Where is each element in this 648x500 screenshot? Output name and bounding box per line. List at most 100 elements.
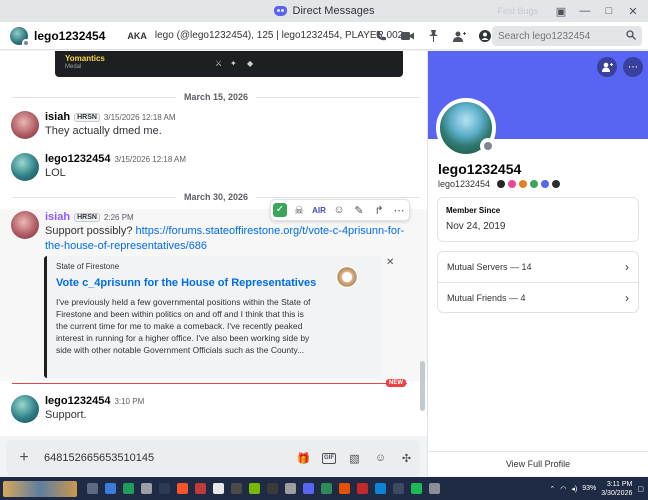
search-input[interactable]	[498, 30, 618, 42]
add-reaction-icon[interactable]: ☺	[331, 204, 347, 216]
wifi-icon[interactable]: ◠	[560, 485, 566, 493]
message-input[interactable]	[44, 452, 274, 464]
embed-title[interactable]: Vote c_4prisunn for the House of Represe…	[56, 277, 316, 289]
system-tray: ⌃ ◠ ◂) 93% 3:11 PM 3/30/2026 ▢	[549, 477, 644, 500]
quest-badge-icon[interactable]	[530, 180, 539, 188]
gif-button[interactable]: GIF	[322, 452, 336, 464]
message-item[interactable]: lego1232454 3:10 PM Support.	[0, 393, 427, 429]
voice-call-icon[interactable]	[374, 29, 388, 43]
remove-embed-icon[interactable]: ✕	[386, 257, 394, 268]
app-icon[interactable]	[393, 483, 404, 494]
avatar[interactable]	[11, 211, 39, 239]
header-username[interactable]: lego1232454	[34, 29, 105, 43]
sticker-icon[interactable]: ▧	[347, 452, 362, 465]
brave-icon[interactable]	[177, 483, 188, 494]
sparkle-badge-icon[interactable]	[541, 180, 550, 188]
message-text: Support.	[45, 409, 87, 421]
inbox-icon[interactable]: ▣	[554, 4, 568, 18]
notifications-icon[interactable]: ▢	[637, 485, 644, 493]
orb-badge-icon[interactable]	[552, 180, 561, 188]
chat-scrollbar[interactable]	[420, 361, 425, 411]
embed-thumbnail[interactable]	[336, 266, 358, 288]
maximize-button[interactable]: □	[602, 4, 616, 18]
battery-percent[interactable]: 93%	[582, 485, 596, 492]
new-messages-line	[12, 383, 407, 384]
profile-username[interactable]: lego1232454	[438, 179, 490, 189]
search-box[interactable]	[492, 26, 642, 46]
message-author[interactable]: isiah	[45, 111, 70, 123]
badge-icon[interactable]	[497, 180, 506, 188]
app-icon[interactable]	[285, 483, 296, 494]
check-reaction-icon[interactable]: ✓	[273, 203, 287, 217]
chevron-up-icon[interactable]: ⌃	[549, 485, 555, 493]
profile-more-icon[interactable]: ⋯	[623, 57, 643, 77]
avatar[interactable]	[11, 111, 39, 139]
more-options-icon[interactable]: ⋯	[391, 204, 407, 217]
discord-taskbar-icon[interactable]	[303, 483, 314, 494]
pinned-messages-icon[interactable]	[426, 29, 440, 43]
message-author[interactable]: lego1232454	[45, 153, 110, 165]
message-item[interactable]: isiah HRSN 3/15/2026 12:18 AM They actua…	[0, 109, 427, 145]
app-icon[interactable]	[429, 483, 440, 494]
apps-icon[interactable]: ✣	[399, 452, 414, 465]
link-embed: State of Firestone Vote c_4prisunn for t…	[44, 256, 382, 378]
message-author[interactable]: isiah	[45, 211, 70, 223]
app-icon[interactable]	[321, 483, 332, 494]
app-icon[interactable]	[213, 483, 224, 494]
video-call-icon[interactable]	[400, 29, 414, 43]
view-full-profile-button[interactable]: View Full Profile	[428, 451, 648, 476]
nvidia-icon[interactable]	[249, 483, 260, 494]
member-since-value: Nov 24, 2019	[446, 221, 506, 232]
app-icon[interactable]	[141, 483, 152, 494]
start-icon[interactable]	[105, 483, 116, 494]
profile-avatar[interactable]	[436, 98, 496, 158]
nitro-badge-icon[interactable]	[508, 180, 517, 188]
header-actions	[374, 22, 492, 50]
edge-icon[interactable]	[375, 483, 386, 494]
edit-icon[interactable]: ✎	[351, 204, 367, 217]
avatar[interactable]	[11, 395, 39, 423]
volume-icon[interactable]: ◂)	[571, 485, 577, 493]
app-icon[interactable]	[357, 483, 368, 494]
air-reaction-icon[interactable]: AIR	[311, 206, 327, 215]
mutual-servers-row[interactable]: Mutual Servers — 14 ›	[438, 252, 638, 282]
guild-tag-badge: HRSN	[74, 112, 100, 122]
app-icon[interactable]	[195, 483, 206, 494]
profile-display-name: lego1232454	[438, 161, 522, 177]
app-icon[interactable]	[339, 483, 350, 494]
tag-icon: ◆	[247, 59, 254, 68]
header-avatar[interactable]	[10, 26, 30, 47]
message-author[interactable]: lego1232454	[45, 395, 110, 407]
window-title: Direct Messages	[273, 5, 374, 17]
spotify-icon[interactable]	[411, 483, 422, 494]
message-item[interactable]: lego1232454 3/15/2026 12:18 AM LOL	[0, 151, 427, 187]
mutual-friends-row[interactable]: Mutual Friends — 4 ›	[438, 283, 638, 313]
date-divider-label: March 15, 2026	[183, 92, 249, 102]
emoji-icon[interactable]: ☺	[373, 452, 388, 464]
minimize-button[interactable]: —	[578, 4, 592, 18]
close-window-button[interactable]: ✕	[626, 4, 640, 18]
system-clock[interactable]: 3:11 PM 3/30/2026	[601, 480, 632, 498]
upload-plus-icon[interactable]: +	[14, 449, 34, 467]
gift-icon[interactable]: 🎁	[296, 452, 311, 465]
app-icon[interactable]	[159, 483, 170, 494]
medal-embed[interactable]: Yomantics Medal ⚔ ✦ ◆	[55, 51, 403, 77]
add-friends-to-dm-icon[interactable]	[452, 29, 466, 43]
app-icon[interactable]	[231, 483, 242, 494]
user-profile-icon[interactable]	[478, 29, 492, 43]
guild-tag-badge: HRSN	[74, 212, 100, 222]
avatar[interactable]	[11, 153, 39, 181]
message-hover-toolbar: ✓ ☠ AIR ☺ ✎ ↱ ⋯	[270, 199, 410, 221]
search-icon[interactable]	[87, 483, 98, 494]
forward-icon[interactable]: ↱	[371, 204, 387, 217]
skull-reaction-icon[interactable]: ☠	[291, 204, 307, 217]
embed-provider[interactable]: State of Firestone	[56, 262, 119, 271]
aka-names: lego (@lego1232454), 125 | lego1232454, …	[154, 30, 404, 41]
gun-icon: ✦	[230, 59, 237, 68]
desktop-widget-thumbnail[interactable]	[3, 480, 77, 497]
boost-badge-icon[interactable]	[519, 180, 528, 188]
add-friend-icon[interactable]	[597, 57, 617, 77]
os-taskbar: ⌃ ◠ ◂) 93% 3:11 PM 3/30/2026 ▢	[0, 477, 648, 500]
app-icon[interactable]	[123, 483, 134, 494]
app-icon[interactable]	[267, 483, 278, 494]
